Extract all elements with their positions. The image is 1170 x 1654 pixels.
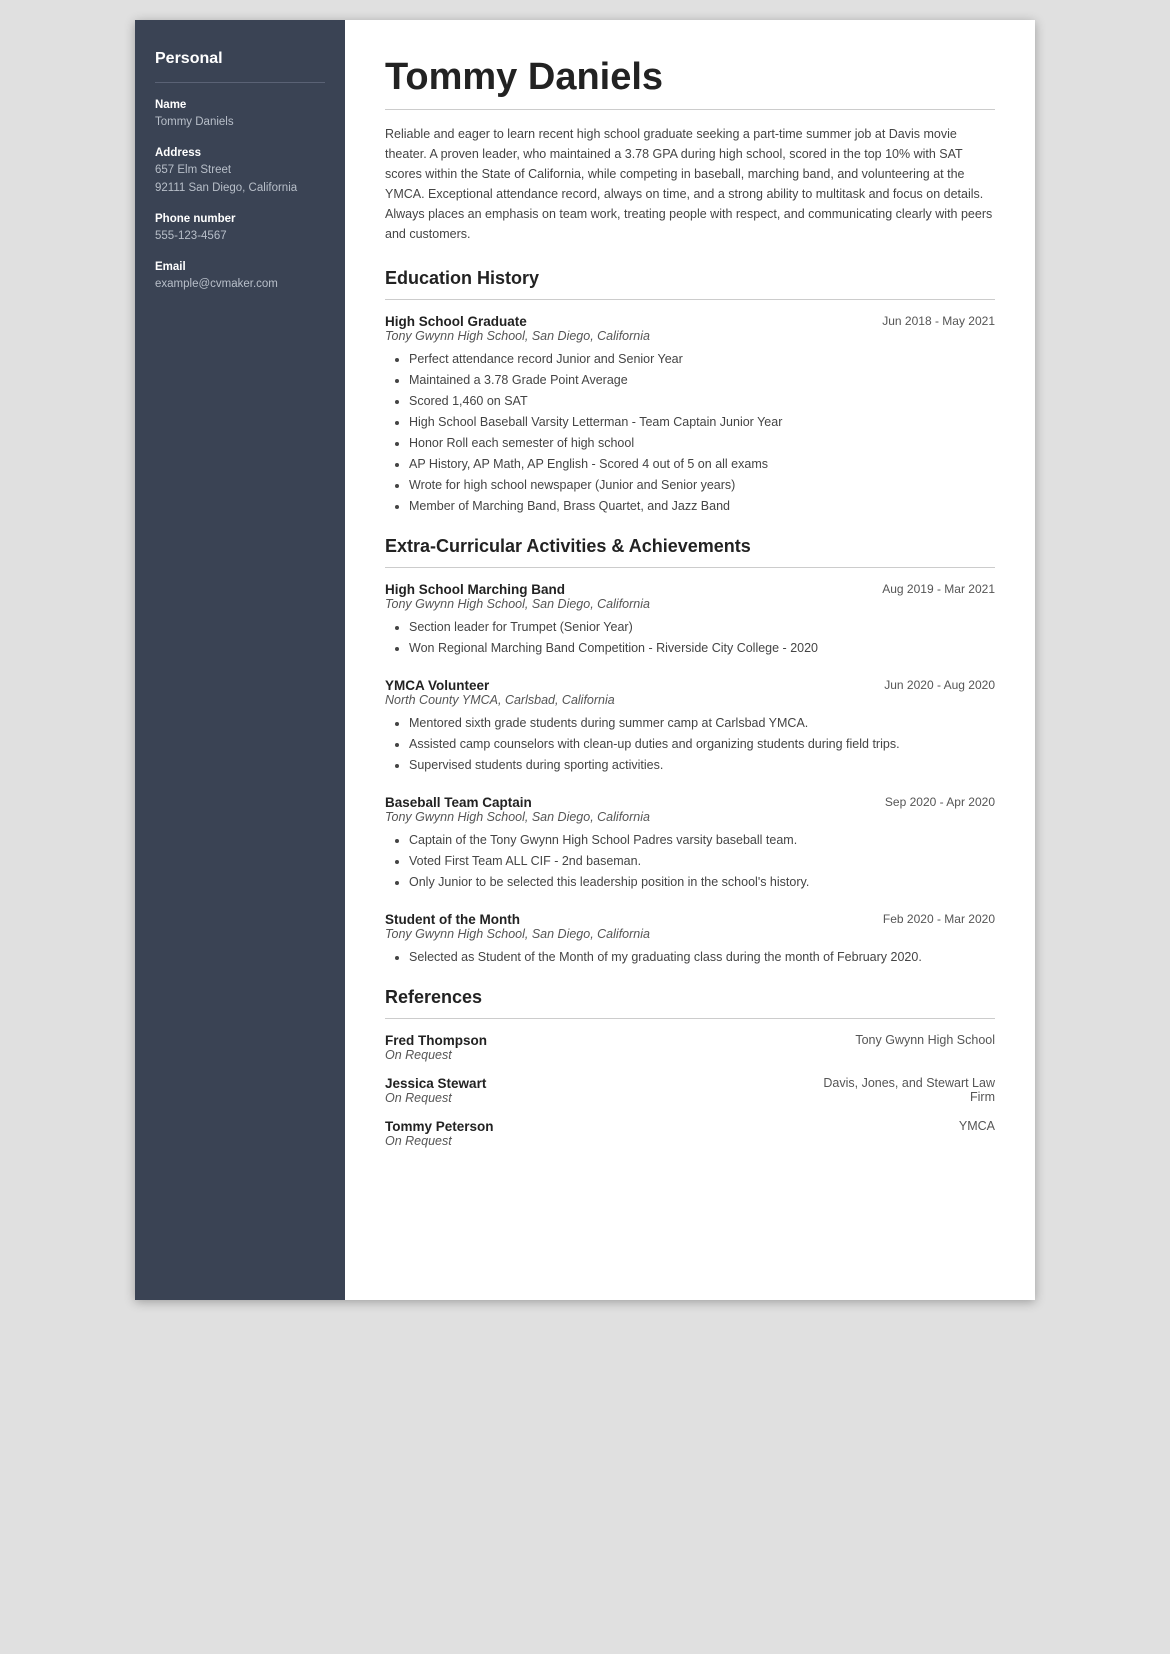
extracurricular-title-1: YMCA Volunteer: [385, 678, 489, 693]
ref-left-2: Tommy Peterson On Request: [385, 1119, 959, 1148]
ref-left-1: Jessica Stewart On Request: [385, 1076, 815, 1105]
sidebar-title: Personal: [155, 50, 325, 68]
sidebar-section-email: Email example@cvmaker.com: [155, 261, 325, 293]
sidebar-label-name: Name: [155, 99, 325, 111]
extracurricular-entry-1: YMCA Volunteer Jun 2020 - Aug 2020 North…: [385, 678, 995, 775]
sidebar-value-address: 657 Elm Street 92111 San Diego, Californ…: [155, 162, 325, 197]
extracurricular-subtitle-0: Tony Gwynn High School, San Diego, Calif…: [385, 597, 995, 611]
edu-bullet-1: Maintained a 3.78 Grade Point Average: [409, 370, 995, 390]
ref-name-2: Tommy Peterson: [385, 1119, 959, 1134]
extra-1-bullet-1: Assisted camp counselors with clean-up d…: [409, 734, 995, 754]
extracurricular-subtitle-1: North County YMCA, Carlsbad, California: [385, 693, 995, 707]
resume-page: Personal Name Tommy Daniels Address 657 …: [135, 20, 1035, 1300]
extracurricular-date-3: Feb 2020 - Mar 2020: [883, 912, 995, 926]
sidebar: Personal Name Tommy Daniels Address 657 …: [135, 20, 345, 1300]
ref-org-0: Tony Gwynn High School: [855, 1033, 995, 1062]
extracurricular-entry-3: Student of the Month Feb 2020 - Mar 2020…: [385, 912, 995, 967]
extracurricular-entry-2: Baseball Team Captain Sep 2020 - Apr 202…: [385, 795, 995, 892]
address-line2: 92111 San Diego, California: [155, 182, 297, 194]
extracurricular-entry-0: High School Marching Band Aug 2019 - Mar…: [385, 582, 995, 658]
ref-sub-0: On Request: [385, 1048, 855, 1062]
extracurricular-date-2: Sep 2020 - Apr 2020: [885, 795, 995, 809]
extracurricular-bullets-2: Captain of the Tony Gwynn High School Pa…: [385, 830, 995, 892]
sidebar-divider: [155, 82, 325, 83]
sidebar-label-address: Address: [155, 147, 325, 159]
extracurricular-header-0: High School Marching Band Aug 2019 - Mar…: [385, 582, 995, 597]
sidebar-label-email: Email: [155, 261, 325, 273]
extracurricular-bullets-3: Selected as Student of the Month of my g…: [385, 947, 995, 967]
edu-bullet-3: High School Baseball Varsity Letterman -…: [409, 412, 995, 432]
ref-name-0: Fred Thompson: [385, 1033, 855, 1048]
sidebar-value-email: example@cvmaker.com: [155, 276, 325, 293]
references-divider: [385, 1018, 995, 1019]
reference-entry-1: Jessica Stewart On Request Davis, Jones,…: [385, 1076, 995, 1105]
sidebar-section-phone: Phone number 555-123-4567: [155, 213, 325, 245]
edu-bullet-0: Perfect attendance record Junior and Sen…: [409, 349, 995, 369]
extracurricular-title-0: High School Marching Band: [385, 582, 565, 597]
extra-2-bullet-0: Captain of the Tony Gwynn High School Pa…: [409, 830, 995, 850]
ref-name-1: Jessica Stewart: [385, 1076, 815, 1091]
education-bullets-0: Perfect attendance record Junior and Sen…: [385, 349, 995, 516]
extra-0-bullet-1: Won Regional Marching Band Competition -…: [409, 638, 995, 658]
extracurricular-section-title: Extra-Curricular Activities & Achievemen…: [385, 536, 995, 557]
sidebar-section-name: Name Tommy Daniels: [155, 99, 325, 131]
extracurricular-divider: [385, 567, 995, 568]
ref-sub-1: On Request: [385, 1091, 815, 1105]
edu-bullet-6: Wrote for high school newspaper (Junior …: [409, 475, 995, 495]
address-line1: 657 Elm Street: [155, 164, 231, 176]
extra-1-bullet-2: Supervised students during sporting acti…: [409, 755, 995, 775]
extracurricular-header-2: Baseball Team Captain Sep 2020 - Apr 202…: [385, 795, 995, 810]
education-date-0: Jun 2018 - May 2021: [882, 314, 995, 328]
extracurricular-date-0: Aug 2019 - Mar 2021: [882, 582, 995, 596]
extra-1-bullet-0: Mentored sixth grade students during sum…: [409, 713, 995, 733]
extra-0-bullet-0: Section leader for Trumpet (Senior Year): [409, 617, 995, 637]
extracurricular-bullets-1: Mentored sixth grade students during sum…: [385, 713, 995, 775]
sidebar-value-name: Tommy Daniels: [155, 114, 325, 131]
edu-bullet-4: Honor Roll each semester of high school: [409, 433, 995, 453]
reference-entry-0: Fred Thompson On Request Tony Gwynn High…: [385, 1033, 995, 1062]
resume-name: Tommy Daniels: [385, 56, 995, 99]
ref-sub-2: On Request: [385, 1134, 959, 1148]
edu-bullet-5: AP History, AP Math, AP English - Scored…: [409, 454, 995, 474]
sidebar-section-address: Address 657 Elm Street 92111 San Diego, …: [155, 147, 325, 197]
education-title-0: High School Graduate: [385, 314, 527, 329]
extracurricular-title-2: Baseball Team Captain: [385, 795, 532, 810]
edu-bullet-7: Member of Marching Band, Brass Quartet, …: [409, 496, 995, 516]
education-divider: [385, 299, 995, 300]
extra-2-bullet-1: Voted First Team ALL CIF - 2nd baseman.: [409, 851, 995, 871]
ref-org-2: YMCA: [959, 1119, 995, 1148]
education-subtitle-0: Tony Gwynn High School, San Diego, Calif…: [385, 329, 995, 343]
reference-entry-2: Tommy Peterson On Request YMCA: [385, 1119, 995, 1148]
ref-org-1: Davis, Jones, and Stewart Law Firm: [815, 1076, 995, 1105]
extracurricular-header-3: Student of the Month Feb 2020 - Mar 2020: [385, 912, 995, 927]
ref-left-0: Fred Thompson On Request: [385, 1033, 855, 1062]
education-entry-0: High School Graduate Jun 2018 - May 2021…: [385, 314, 995, 516]
education-section-title: Education History: [385, 268, 995, 289]
extracurricular-bullets-0: Section leader for Trumpet (Senior Year)…: [385, 617, 995, 658]
extracurricular-header-1: YMCA Volunteer Jun 2020 - Aug 2020: [385, 678, 995, 693]
extra-2-bullet-2: Only Junior to be selected this leadersh…: [409, 872, 995, 892]
extracurricular-subtitle-2: Tony Gwynn High School, San Diego, Calif…: [385, 810, 995, 824]
references-section-title: References: [385, 987, 995, 1008]
extracurricular-title-3: Student of the Month: [385, 912, 520, 927]
sidebar-value-phone: 555-123-4567: [155, 228, 325, 245]
extra-3-bullet-0: Selected as Student of the Month of my g…: [409, 947, 995, 967]
extracurricular-date-1: Jun 2020 - Aug 2020: [884, 678, 995, 692]
main-content: Tommy Daniels Reliable and eager to lear…: [345, 20, 1035, 1300]
sidebar-label-phone: Phone number: [155, 213, 325, 225]
summary-text: Reliable and eager to learn recent high …: [385, 124, 995, 244]
education-entry-header-0: High School Graduate Jun 2018 - May 2021: [385, 314, 995, 329]
extracurricular-subtitle-3: Tony Gwynn High School, San Diego, Calif…: [385, 927, 995, 941]
edu-bullet-2: Scored 1,460 on SAT: [409, 391, 995, 411]
main-divider-top: [385, 109, 995, 110]
